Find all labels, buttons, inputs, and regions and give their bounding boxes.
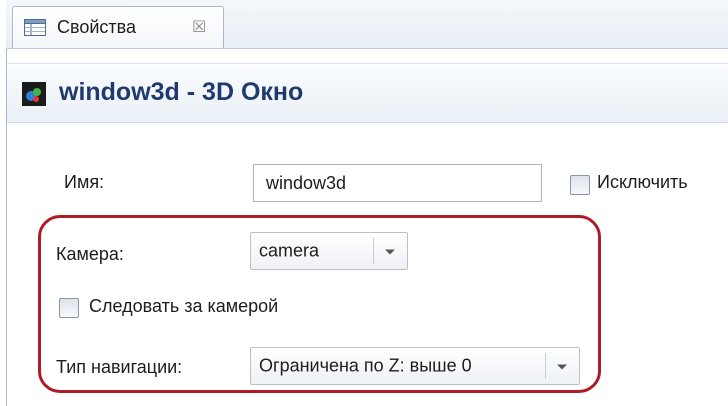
exclude-checkbox[interactable] xyxy=(570,175,590,195)
chevron-down-icon xyxy=(385,249,395,255)
window3d-icon xyxy=(22,82,46,106)
camera-select[interactable]: camera xyxy=(250,232,408,270)
name-field[interactable]: window3d xyxy=(253,164,542,202)
page-title: window3d - 3D Окно xyxy=(59,78,304,106)
camera-select-value: camera xyxy=(259,240,320,261)
properties-view xyxy=(6,0,728,406)
navigation-type-select[interactable]: Ограничена по Z: выше 0 xyxy=(250,347,580,385)
close-icon[interactable]: ☒ xyxy=(192,17,206,37)
combo-separator xyxy=(545,353,546,379)
tab-label: Свойства xyxy=(57,17,137,37)
exclude-label: Исключить xyxy=(597,172,688,192)
properties-table-icon xyxy=(24,19,46,36)
section-header: window3d - 3D Окно xyxy=(7,63,728,123)
chevron-down-icon xyxy=(557,364,567,370)
camera-label: Камера: xyxy=(56,244,124,264)
navigation-type-value: Ограничена по Z: выше 0 xyxy=(259,355,472,376)
name-field-value: window3d xyxy=(266,172,347,193)
combo-separator xyxy=(373,238,374,264)
tab-properties[interactable]: Свойства ☒ xyxy=(12,6,224,48)
follow-camera-label: Следовать за камерой xyxy=(89,296,279,316)
follow-camera-checkbox[interactable] xyxy=(59,298,79,318)
name-label: Имя: xyxy=(64,172,105,192)
tab-bar: Свойства ☒ xyxy=(6,0,728,49)
navigation-type-label: Тип навигации: xyxy=(56,357,183,377)
